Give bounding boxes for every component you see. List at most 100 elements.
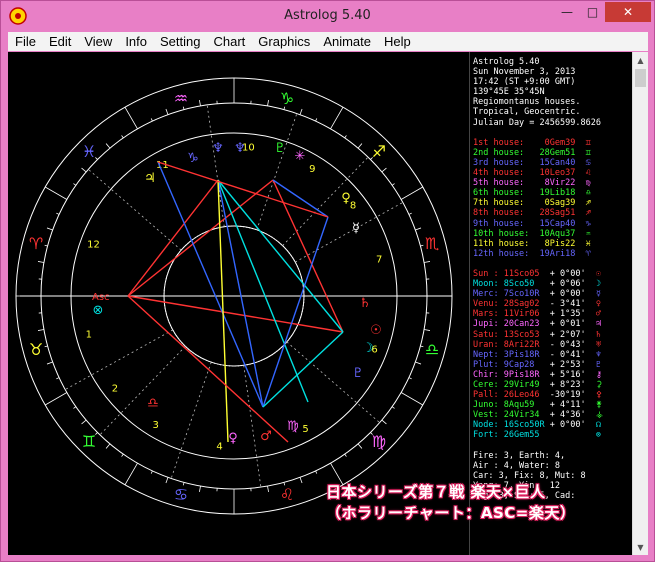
planet-name: Merc: bbox=[473, 289, 499, 300]
planet-name: Jupi: bbox=[473, 319, 499, 330]
chart-canvas[interactable]: ♈ ♉ ♊ ♋ ♌ ♍ ♎ ♏ ♐ ♑ ♒ ♓ 1 2 3 4 5 6 7 8 9 10 11 12 Asc ♆ ♆ ♇ ✳ ♃ ♀ ☿ ♄ ☉ ☽… bbox=[8, 52, 648, 555]
house-cusp-row: 9th house: 15Cap40 ♑ bbox=[473, 219, 638, 229]
vertical-scrollbar[interactable]: ▲ ▼ bbox=[632, 52, 648, 555]
info-footer-line: Car: 3, Fix: 8, Mut: 8 bbox=[473, 470, 586, 481]
planet-row: Nept: 3Pis18R - 0°41' ♆ bbox=[473, 350, 638, 360]
house-value: 19Ari18 bbox=[534, 248, 576, 259]
degree-tick bbox=[267, 485, 269, 493]
planet-position: 20Can23 bbox=[498, 319, 550, 330]
menu-chart[interactable]: Chart bbox=[206, 32, 251, 51]
sign-glyph-icon: ♍ bbox=[575, 178, 591, 189]
menu-bar: File Edit View Info Setting Chart Graphi… bbox=[8, 32, 648, 51]
house-value: 10Leo37 bbox=[534, 168, 576, 179]
close-button[interactable]: ✕ bbox=[605, 2, 651, 22]
planet-glyph-icon: ☉ bbox=[370, 323, 382, 338]
planet-name: Fort: bbox=[473, 430, 499, 441]
menu-graphics[interactable]: Graphics bbox=[251, 32, 316, 51]
zodiac-sign-icon: ♏ bbox=[425, 234, 439, 253]
degree-tick bbox=[408, 377, 412, 380]
planet-name: Vest: bbox=[473, 410, 499, 421]
house-value: 28Sag51 bbox=[534, 208, 576, 219]
planet-glyph-icon: ♆ bbox=[590, 349, 601, 360]
degree-tick bbox=[37, 261, 45, 263]
planet-position: 29Vir49 bbox=[498, 380, 550, 390]
planet-glyph-icon: ☿ bbox=[352, 221, 360, 236]
aspect-line bbox=[127, 179, 274, 297]
degree-tick bbox=[45, 186, 68, 200]
planet-position: 8Ari22R bbox=[498, 339, 550, 350]
aspect-line bbox=[157, 161, 264, 408]
house-value: 19Lib18 bbox=[534, 188, 576, 199]
degree-tick bbox=[81, 419, 87, 425]
scroll-down-icon[interactable]: ▼ bbox=[633, 539, 648, 555]
house-label: 7th house: bbox=[473, 198, 535, 209]
aspect-line bbox=[127, 295, 344, 333]
menu-info[interactable]: Info bbox=[118, 32, 153, 51]
degree-tick bbox=[121, 453, 124, 457]
caption-line-1: 日本シリーズ第７戦 楽天×巨人 bbox=[326, 483, 546, 501]
planet-glyph-icon: ♄ bbox=[359, 296, 371, 311]
zodiac-sign-icon: ♐ bbox=[372, 142, 386, 161]
planet-latitude bbox=[550, 430, 591, 440]
menu-edit[interactable]: Edit bbox=[42, 32, 77, 51]
scroll-thumb[interactable] bbox=[635, 69, 646, 87]
scroll-up-icon[interactable]: ▲ bbox=[633, 52, 648, 68]
zodiac-sign-icon: ♑ bbox=[280, 89, 294, 108]
degree-tick bbox=[199, 99, 201, 107]
info-footer-line: Air : 4, Water: 8 bbox=[473, 460, 560, 471]
degree-tick bbox=[73, 406, 77, 409]
planet-latitude: + 8°23' bbox=[549, 380, 591, 390]
house-label: 10th house: bbox=[473, 228, 535, 239]
degree-tick bbox=[391, 183, 395, 186]
planet-glyph-icon: ⚶ bbox=[590, 410, 604, 421]
degree-tick bbox=[357, 443, 363, 449]
degree-tick bbox=[408, 212, 412, 215]
planet-position: 11Vir06 bbox=[498, 309, 550, 320]
degree-tick bbox=[73, 183, 77, 186]
sign-glyph-icon: ♒ bbox=[575, 228, 591, 239]
planet-name: Satu: bbox=[473, 329, 499, 340]
menu-view[interactable]: View bbox=[77, 32, 118, 51]
menu-file[interactable]: File bbox=[8, 32, 42, 51]
sign-glyph-icon: ♐ bbox=[575, 198, 591, 209]
house-value: 15Cap40 bbox=[534, 218, 576, 229]
house-label: 6th house: bbox=[473, 188, 535, 199]
degree-tick bbox=[415, 227, 422, 231]
planet-glyph-icon: ♅ bbox=[590, 339, 601, 350]
house-number: 7 bbox=[376, 254, 382, 265]
degree-tick bbox=[420, 244, 424, 247]
title-bar[interactable]: Astrolog 5.40 — □ ✕ bbox=[1, 1, 654, 32]
menu-help[interactable]: Help bbox=[377, 32, 417, 51]
planet-latitude: + 0°00' bbox=[549, 420, 591, 431]
menu-setting[interactable]: Setting bbox=[153, 32, 206, 51]
house-cusp-row: 7th house: 0Sag39 ♐ bbox=[473, 198, 638, 208]
house-cusp-row: 1st house: 0Gem39 ♊ bbox=[473, 138, 638, 148]
sign-glyph-icon: ♊ bbox=[575, 147, 591, 158]
planet-latitude: + 0°00' bbox=[549, 268, 591, 279]
planet-name: Pall: bbox=[473, 390, 499, 401]
zodiac-sign-icon: ♍ bbox=[372, 432, 386, 451]
house-cusp-row: 2nd house: 28Gem51 ♊ bbox=[473, 148, 638, 158]
planet-glyph-icon: ☽ bbox=[590, 279, 601, 290]
menu-animate[interactable]: Animate bbox=[316, 32, 377, 51]
planet-row: Plut: 9Cap28 + 2°53' ♇ bbox=[473, 360, 638, 370]
house-cusp-line bbox=[206, 104, 225, 227]
planet-name: Chir: bbox=[473, 369, 499, 380]
degree-tick bbox=[423, 261, 431, 263]
degree-tick bbox=[165, 477, 169, 484]
degree-tick bbox=[105, 143, 111, 149]
degree-tick bbox=[415, 361, 422, 365]
planet-row: Jupi: 20Can23 + 0°01' ♃ bbox=[473, 319, 638, 329]
planet-name: Nept: bbox=[473, 349, 499, 360]
info-header-line: Astrolog 5.40 bbox=[473, 57, 540, 67]
planet-name: Uran: bbox=[473, 339, 499, 350]
planet-latitude: + 1°35' bbox=[549, 309, 591, 320]
minimize-button[interactable]: — bbox=[554, 2, 580, 22]
planet-glyph-icon: ♃ bbox=[144, 171, 156, 186]
maximize-button[interactable]: □ bbox=[580, 2, 605, 22]
planet-row: Chir: 9Pis18R + 5°16' ⚷ bbox=[473, 370, 638, 380]
planet-position: 9Cap28 bbox=[498, 359, 550, 370]
planet-row: Sun : 11Sco05 + 0°00' ☉ bbox=[473, 269, 638, 279]
planet-glyph-icon: ♑ bbox=[187, 151, 199, 166]
